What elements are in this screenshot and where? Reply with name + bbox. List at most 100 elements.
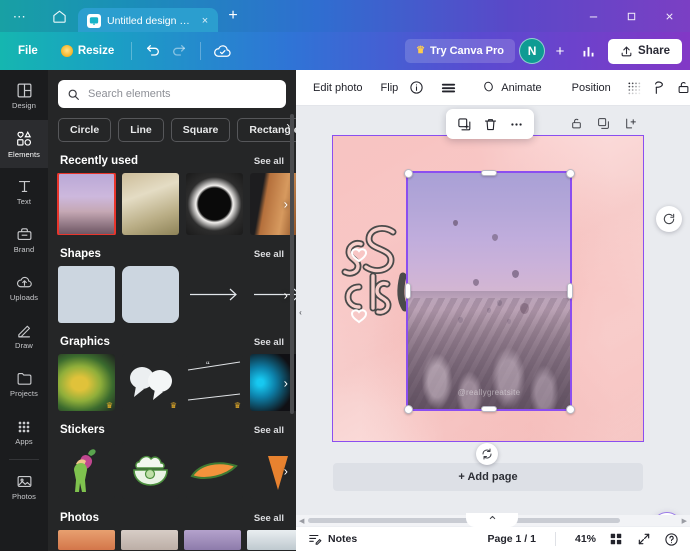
- shape-square[interactable]: [58, 266, 115, 323]
- collapse-panel-handle[interactable]: [466, 513, 518, 527]
- grid-view-icon[interactable]: [607, 531, 624, 548]
- fullscreen-icon[interactable]: [635, 531, 652, 548]
- resize-handle-br[interactable]: [566, 405, 575, 414]
- lock-icon[interactable]: [568, 115, 584, 131]
- duplicate-icon[interactable]: [452, 113, 476, 135]
- chip-square[interactable]: Square: [170, 118, 231, 142]
- recently-used-item[interactable]: [57, 173, 116, 235]
- script-text-sticker[interactable]: [337, 214, 415, 334]
- sidebar-item-draw[interactable]: Draw: [0, 312, 48, 360]
- try-canva-pro-button[interactable]: ♛ Try Canva Pro: [405, 39, 516, 63]
- insights-icon[interactable]: [575, 38, 601, 64]
- add-page-icon[interactable]: [622, 115, 638, 131]
- lock-icon[interactable]: [672, 76, 690, 100]
- share-button[interactable]: Share: [608, 38, 682, 64]
- close-icon[interactable]: ×: [199, 15, 211, 27]
- info-icon[interactable]: [409, 76, 424, 100]
- sticker-melon-slice[interactable]: [186, 442, 243, 499]
- photo-item[interactable]: [184, 530, 241, 550]
- add-member-button[interactable]: +: [549, 38, 571, 64]
- chip-line[interactable]: Line: [118, 118, 164, 142]
- see-all-stickers[interactable]: See all: [254, 425, 284, 436]
- chip-circle[interactable]: Circle: [58, 118, 112, 142]
- regenerate-icon[interactable]: [656, 206, 682, 232]
- resize-handle-right[interactable]: [567, 283, 573, 299]
- search-box[interactable]: [58, 80, 286, 108]
- more-horizontal-icon[interactable]: ⋯: [0, 0, 40, 32]
- new-tab-button[interactable]: +: [218, 0, 248, 32]
- recently-used-item[interactable]: [186, 173, 243, 235]
- sidebar-item-design[interactable]: Design: [0, 72, 48, 120]
- graphics-next-icon[interactable]: ›: [284, 375, 288, 390]
- sidebar-item-uploads[interactable]: Uploads: [0, 264, 48, 312]
- more-icon[interactable]: [504, 113, 528, 135]
- help-icon[interactable]: [663, 531, 680, 548]
- trash-icon[interactable]: [478, 113, 502, 135]
- resize-handle-left[interactable]: [405, 283, 411, 299]
- sidebar-item-elements[interactable]: Elements: [0, 120, 48, 168]
- resize-handle-bottom[interactable]: [481, 406, 497, 412]
- rotate-icon[interactable]: [476, 443, 498, 465]
- transparency-icon[interactable]: [622, 76, 646, 100]
- recently-used-item[interactable]: [122, 173, 179, 235]
- resize-handle-bl[interactable]: [404, 405, 413, 414]
- photo-item[interactable]: [121, 530, 178, 550]
- sidebar-item-photos[interactable]: Photos: [0, 463, 48, 511]
- see-all-recently-used[interactable]: See all: [254, 156, 284, 167]
- animate-button[interactable]: Animate: [473, 75, 548, 101]
- scroll-left-icon[interactable]: ◀: [299, 517, 304, 525]
- sidebar-item-apps[interactable]: Apps: [0, 408, 48, 456]
- maximize-icon[interactable]: [612, 0, 650, 32]
- resize-handle-top[interactable]: [481, 170, 497, 176]
- add-page-button[interactable]: + Add page: [333, 463, 643, 491]
- position-button[interactable]: Position: [565, 77, 618, 99]
- scroll-right-icon[interactable]: ▶: [682, 517, 687, 525]
- graphic-blob[interactable]: ♛: [58, 354, 115, 411]
- shapes-next-icon[interactable]: ›: [284, 287, 288, 302]
- page-indicator[interactable]: Page 1 / 1: [488, 533, 536, 545]
- tone-icon[interactable]: [647, 76, 671, 100]
- stickers-next-icon[interactable]: ›: [284, 463, 288, 478]
- canvas-area[interactable]: @reallygreatsite + Add page: [296, 106, 690, 515]
- duplicate-page-icon[interactable]: [595, 115, 611, 131]
- resize-handle-tr[interactable]: [566, 169, 575, 178]
- see-all-shapes[interactable]: See all: [254, 249, 284, 260]
- panel-collapse-button[interactable]: ‹: [296, 288, 305, 336]
- flip-button[interactable]: Flip: [374, 77, 406, 99]
- sidebar-item-text[interactable]: Text: [0, 168, 48, 216]
- selected-photo-object[interactable]: @reallygreatsite: [406, 171, 572, 411]
- resize-handle-tl[interactable]: [404, 169, 413, 178]
- notes-button[interactable]: Notes: [306, 531, 357, 548]
- edit-photo-button[interactable]: Edit photo: [306, 77, 370, 99]
- browser-tab[interactable]: Untitled design - In... ×: [78, 7, 218, 35]
- see-all-graphics[interactable]: See all: [254, 337, 284, 348]
- graphic-quote-line[interactable]: “ ♛: [186, 354, 243, 411]
- undo-icon[interactable]: [140, 38, 166, 64]
- horizontal-scrollbar-thumb[interactable]: [308, 518, 620, 523]
- see-all-photos[interactable]: See all: [254, 513, 284, 524]
- cloud-saved-icon[interactable]: [209, 38, 235, 64]
- graphic-speech-bubbles[interactable]: ♛: [122, 354, 179, 411]
- home-icon[interactable]: [40, 0, 78, 32]
- adjust-lines-icon[interactable]: [440, 76, 457, 100]
- redo-icon[interactable]: [166, 38, 192, 64]
- file-menu-button[interactable]: File: [8, 40, 48, 62]
- zoom-level[interactable]: 41%: [575, 533, 596, 545]
- design-page[interactable]: @reallygreatsite: [332, 135, 644, 442]
- sticker-carrot[interactable]: [250, 442, 296, 499]
- panel-scrollbar[interactable]: [290, 114, 294, 414]
- sticker-salad-bowl[interactable]: [122, 442, 179, 499]
- resize-button[interactable]: Resize: [52, 40, 123, 62]
- window-close-icon[interactable]: [650, 0, 688, 32]
- photo-item[interactable]: [247, 530, 296, 550]
- photo-item[interactable]: [58, 530, 115, 550]
- sidebar-item-brand[interactable]: Brand: [0, 216, 48, 264]
- minimize-icon[interactable]: [574, 0, 612, 32]
- recently-used-next-icon[interactable]: ›: [284, 197, 288, 212]
- shape-rounded-square[interactable]: [122, 266, 179, 323]
- avatar[interactable]: N: [519, 38, 546, 64]
- search-input[interactable]: [88, 88, 277, 100]
- shape-arrow-1[interactable]: [186, 266, 243, 323]
- sidebar-item-projects[interactable]: Projects: [0, 360, 48, 408]
- sticker-person-beet[interactable]: [58, 442, 115, 499]
